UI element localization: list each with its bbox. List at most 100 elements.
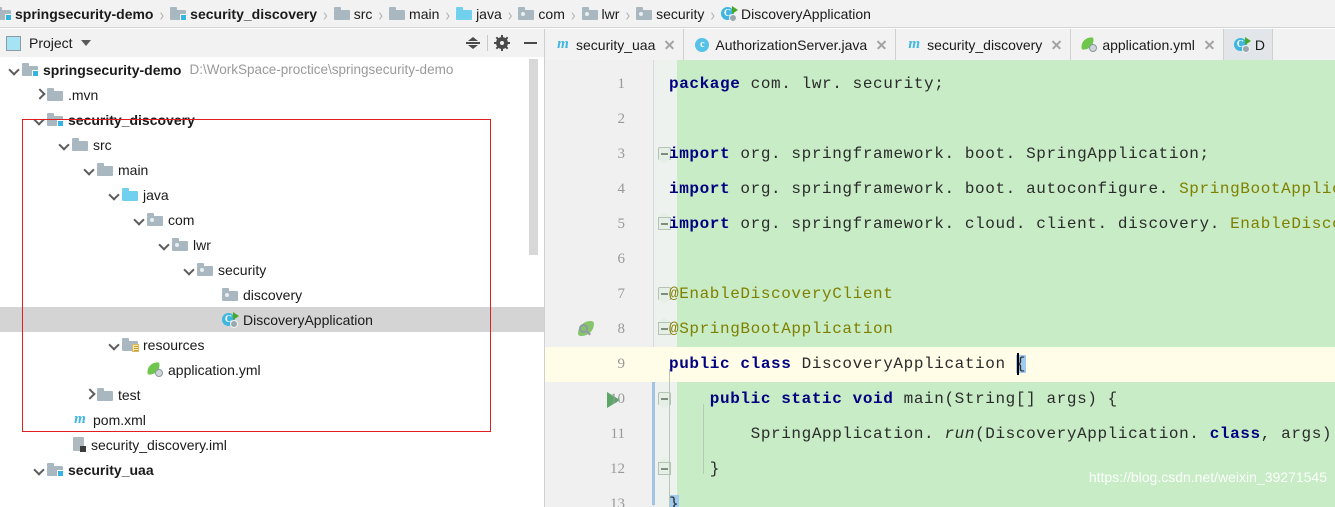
hide-panel-button[interactable] [516, 29, 544, 57]
project-scrollbar-thumb[interactable] [529, 59, 538, 255]
code-line[interactable]: public class DiscoveryApplication { [669, 347, 1027, 382]
breadcrumb-item-label: springsecurity-demo [15, 5, 154, 22]
line-number: 2 [617, 111, 626, 127]
tree-row[interactable]: main [0, 157, 544, 182]
tree-row[interactable]: src [0, 132, 544, 157]
line-number: 10 [610, 391, 625, 407]
code-line[interactable]: import org. springframework. cloud. clie… [669, 207, 1335, 242]
chevron-down-icon[interactable] [133, 214, 145, 226]
chevron-down-icon[interactable] [80, 40, 91, 46]
tree-row[interactable]: application.yml [0, 357, 544, 382]
editor-tab-bar: m security_uaa c AuthorizationServer.java m s… [545, 29, 1335, 60]
code-token: import [669, 215, 731, 233]
chevron-down-icon[interactable] [183, 264, 195, 276]
settings-button[interactable] [488, 29, 516, 57]
editor-tab[interactable]: c AuthorizationServer.java [684, 29, 897, 60]
project-scrollbar-track[interactable] [529, 57, 541, 507]
editor-tab-label: security_uaa [576, 36, 656, 53]
tree-row[interactable]: .mvn [0, 82, 544, 107]
tree-row[interactable]: security [0, 257, 544, 282]
chevron-down-icon[interactable] [83, 164, 95, 176]
maven-icon: m [908, 36, 920, 52]
tree-item-label: resources [143, 336, 205, 353]
close-icon[interactable] [875, 38, 888, 51]
tree-row[interactable]: m pom.xml [0, 407, 544, 432]
editor-tab[interactable]: CD [1223, 29, 1274, 60]
tree-row-selected[interactable]: C DiscoveryApplication [0, 307, 544, 332]
spring-yaml-icon [1080, 37, 1098, 52]
code-line[interactable]: } [669, 452, 720, 487]
tree-item-label: java [143, 186, 169, 203]
module-folder-icon [170, 7, 188, 21]
chevron-down-icon[interactable] [33, 114, 45, 126]
code-line[interactable]: @EnableDiscoveryClient [669, 277, 893, 312]
chevron-down-icon[interactable] [108, 339, 120, 351]
package-icon [172, 238, 188, 251]
editor-tab-label: application.yml [1102, 36, 1195, 53]
tree-row[interactable]: test [0, 382, 544, 407]
breadcrumb-item-src[interactable]: src [331, 0, 376, 27]
tree-row[interactable]: com [0, 207, 544, 232]
minimize-icon [523, 42, 537, 44]
collapse-all-button[interactable] [459, 29, 487, 57]
chevron-right-icon[interactable] [83, 389, 95, 401]
code-line[interactable]: } [669, 487, 680, 507]
chevron-down-icon[interactable] [8, 64, 20, 76]
code-line[interactable]: SpringApplication. run(DiscoveryApplicat… [669, 417, 1335, 452]
indent-guide [703, 404, 704, 474]
editor-tab[interactable]: application.yml [1071, 29, 1224, 60]
chevron-right-icon[interactable] [33, 89, 45, 101]
tree-row[interactable]: resources [0, 332, 544, 357]
code-token: main(String[] args) { [893, 390, 1118, 408]
breadcrumb-item-main[interactable]: main [386, 0, 442, 27]
line-number: 9 [617, 356, 626, 372]
breadcrumb-item-discoveryapplication[interactable]: C DiscoveryApplication [718, 0, 874, 27]
collapse-all-icon [466, 36, 480, 50]
folder-icon [47, 88, 63, 101]
tree-item-label: springsecurity-demo [43, 61, 182, 78]
chevron-down-icon[interactable] [158, 239, 170, 251]
code-line[interactable]: @SpringBootApplication [669, 312, 893, 347]
code-line[interactable]: import org. springframework. boot. autoc… [669, 172, 1335, 207]
tree-row[interactable]: discovery [0, 282, 544, 307]
folder-icon [97, 163, 113, 176]
close-icon[interactable] [663, 38, 676, 51]
breadcrumb-item-label: lwr [601, 5, 620, 22]
breadcrumb-item-security-discovery[interactable]: security_discovery [167, 0, 320, 27]
close-icon[interactable] [1203, 38, 1216, 51]
chevron-down-icon[interactable] [58, 139, 70, 151]
tree-row[interactable]: lwr [0, 232, 544, 257]
code-token: run [944, 425, 976, 443]
breadcrumb-item-com[interactable]: com [515, 0, 567, 27]
breadcrumb-separator: › [625, 3, 631, 24]
folder-icon [97, 388, 113, 401]
code-token: org. springframework. boot. autoconfigur… [730, 180, 1180, 198]
project-tree[interactable]: springsecurity-demo D:\WorkSpace-proctice… [0, 57, 544, 507]
tree-row[interactable]: security_discovery.iml [0, 432, 544, 457]
breadcrumb-item-security[interactable]: security [633, 0, 707, 27]
tree-row[interactable]: java [0, 182, 544, 207]
line-number: 3 [617, 146, 626, 162]
breadcrumb: springsecurity-demo › security_discovery › s… [0, 0, 1335, 28]
code-line[interactable]: import org. springframework. boot. Sprin… [669, 137, 1210, 172]
breadcrumb-item-java[interactable]: java [453, 0, 505, 27]
chevron-down-icon[interactable] [108, 189, 120, 201]
code-line[interactable]: public static void main(String[] args) { [669, 382, 1118, 417]
close-icon[interactable] [1050, 38, 1063, 51]
chevron-down-icon[interactable] [33, 464, 45, 476]
source-folder-icon [122, 188, 138, 201]
line-number: 4 [617, 181, 626, 197]
tree-row[interactable]: security_uaa [0, 457, 544, 482]
breadcrumb-separator: › [710, 3, 716, 24]
tree-row[interactable]: springsecurity-demo D:\WorkSpace-proctice… [0, 57, 544, 82]
breadcrumb-item-label: main [409, 5, 440, 22]
code-line[interactable]: package com. lwr. security; [669, 67, 944, 102]
editor-tab[interactable]: m security_uaa [545, 29, 685, 60]
package-icon [222, 288, 238, 301]
tree-row[interactable]: security_discovery [0, 107, 544, 132]
breadcrumb-item-lwr[interactable]: lwr [579, 0, 623, 27]
breadcrumb-item-springsecurity-demo[interactable]: springsecurity-demo [0, 0, 156, 27]
module-folder-icon [22, 63, 39, 77]
code-editor[interactable]: C 1package com. lwr. security;23import o… [545, 60, 1335, 507]
editor-tab[interactable]: m security_discovery [896, 29, 1072, 60]
